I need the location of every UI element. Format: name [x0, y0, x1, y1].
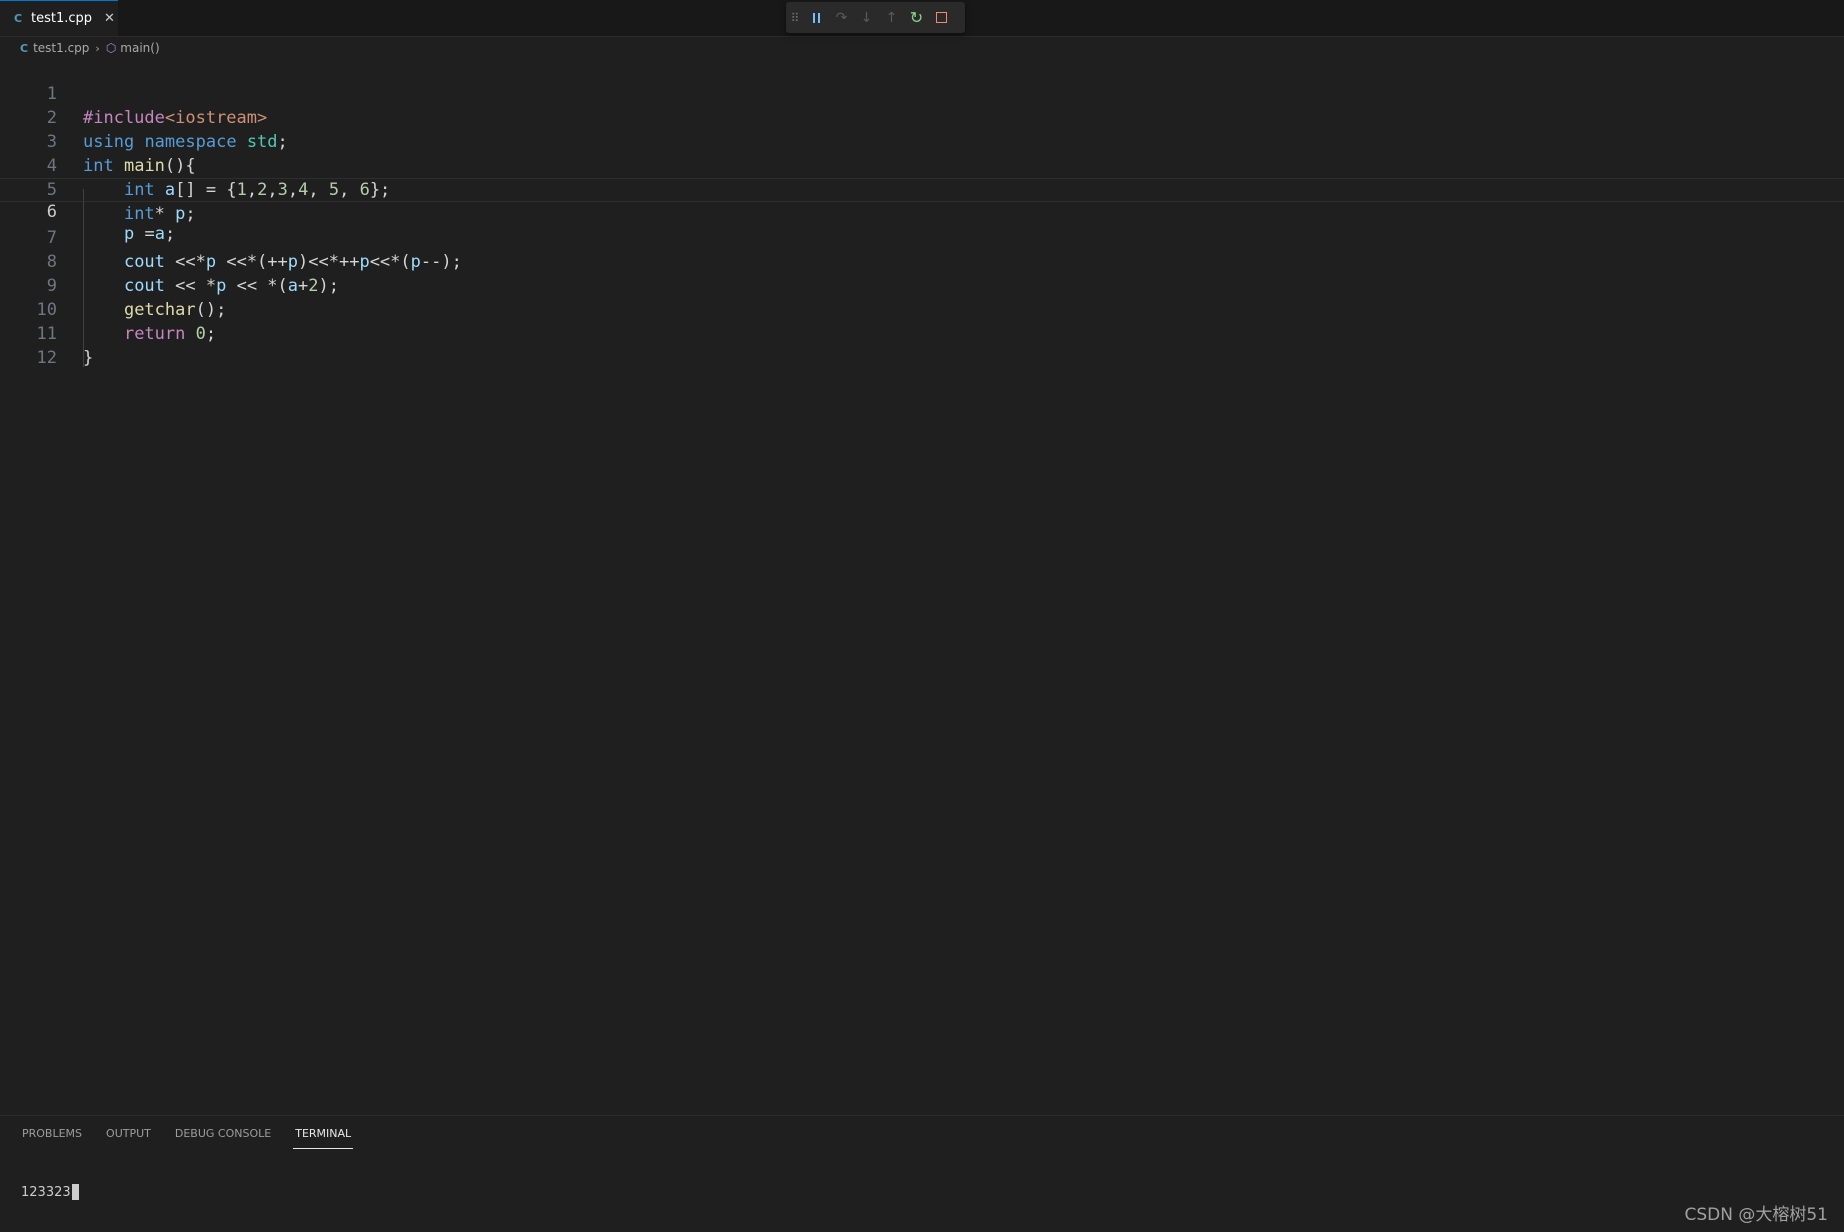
breadcrumb: C test1.cpp › ⬡ main() — [20, 38, 160, 58]
breadcrumb-file[interactable]: test1.cpp — [33, 41, 89, 55]
panel-tabs: PROBLEMS OUTPUT DEBUG CONSOLE TERMINAL — [22, 1116, 375, 1152]
tab-output[interactable]: OUTPUT — [106, 1116, 151, 1152]
code-line-3: 3 int main(){ — [0, 106, 1844, 176]
close-icon[interactable]: ✕ — [104, 11, 115, 26]
code-editor[interactable]: 1 #include<iostream> 2 using namespace s… — [0, 58, 1844, 1114]
line-number: 12 — [36, 348, 57, 368]
tab-label: test1.cpp — [31, 11, 93, 26]
debug-toolbar: ⠿ ↷ ↓ ↑ ↻ — [786, 2, 965, 33]
tab-test1-cpp[interactable]: C test1.cpp ✕ — [0, 0, 118, 36]
step-out-icon[interactable]: ↑ — [879, 2, 904, 33]
code-line-6: 6 p =a; — [0, 178, 1844, 244]
breadcrumb-symbol[interactable]: main() — [120, 41, 159, 55]
terminal-output[interactable]: 123323 — [21, 1184, 79, 1200]
code-line-12: 12 — [0, 322, 1844, 368]
pause-icon[interactable] — [804, 2, 829, 33]
vscode-window: C test1.cpp ✕ ⠿ ↷ ↓ ↑ ↻ C test1.cpp › ⬡ … — [0, 0, 1844, 1232]
cpp-file-icon: C — [20, 41, 29, 55]
code-line-9: 9 getchar(); — [0, 250, 1844, 320]
code-line-1: 1 #include<iostream> — [0, 58, 1844, 128]
code-line-11: 11 } — [0, 298, 1844, 368]
grip-icon[interactable]: ⠿ — [786, 2, 804, 33]
watermark: CSDN @大榕树51 — [1684, 1205, 1828, 1225]
tab-terminal[interactable]: TERMINAL — [293, 1116, 354, 1152]
bottom-panel: PROBLEMS OUTPUT DEBUG CONSOLE TERMINAL 1… — [0, 1115, 1844, 1232]
chevron-right-icon: › — [95, 41, 100, 55]
terminal-cursor — [71, 1184, 79, 1200]
cpp-file-icon: C — [14, 12, 23, 25]
code-line-10: 10 return 0; — [0, 274, 1844, 344]
code-line-5: 5 int* p; — [0, 154, 1844, 224]
code-text: } — [83, 348, 94, 368]
method-cube-icon: ⬡ — [105, 41, 117, 55]
code-line-2: 2 using namespace std; — [0, 82, 1844, 152]
code-line-7: 7 cout <<*p <<*(++p)<<*++p<<*(p--); — [0, 202, 1844, 272]
restart-icon[interactable]: ↻ — [904, 2, 929, 33]
code-line-4: 4 int a[] = {1,2,3,4, 5, 6}; — [0, 130, 1844, 200]
tab-debug-console[interactable]: DEBUG CONSOLE — [175, 1116, 271, 1152]
stop-icon[interactable] — [929, 2, 954, 33]
code-line-8: 8 cout << *p << *(a+2); — [0, 226, 1844, 296]
terminal-text: 123323 — [21, 1184, 71, 1200]
step-over-icon[interactable]: ↷ — [829, 2, 854, 33]
step-into-icon[interactable]: ↓ — [854, 2, 879, 33]
tab-problems[interactable]: PROBLEMS — [22, 1116, 82, 1152]
